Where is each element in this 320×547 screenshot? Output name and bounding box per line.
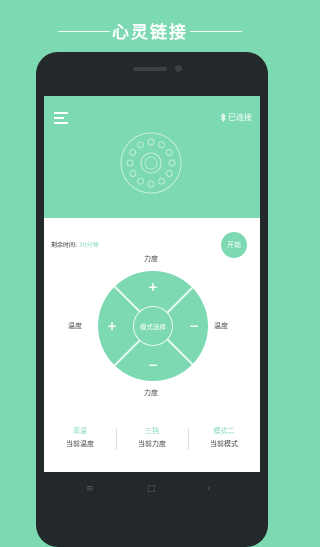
stat-intensity: 三挡 当前力度: [122, 426, 182, 449]
stat-temperature: 高温 当前温度: [50, 426, 110, 449]
app-screen: 已连接 剩余时间: 30分钟 开始 力度 力度 温度 温度 + + − − 模式…: [44, 96, 260, 472]
stat-value: 三挡: [145, 427, 159, 435]
phone-speaker: [133, 67, 167, 71]
promo-divider-left: [58, 31, 110, 32]
menu-icon[interactable]: [54, 112, 68, 124]
remaining-time-value: 30分钟: [79, 242, 99, 249]
nav-back-icon[interactable]: ‹: [207, 484, 211, 494]
stat-value: 模式二: [213, 427, 235, 435]
status-stats: 高温 当前温度 三挡 当前力度 模式二 当前模式: [44, 426, 260, 454]
remaining-time-label: 剩余时间:: [51, 242, 78, 249]
intensity-decrease-button[interactable]: −: [145, 357, 161, 373]
android-navbar: ≡ □ ‹: [44, 484, 260, 498]
intensity-label-bottom: 力度: [144, 389, 158, 397]
temperature-decrease-button[interactable]: −: [186, 318, 202, 334]
bluetooth-icon: [220, 113, 226, 122]
phone-camera: [175, 65, 182, 72]
stat-divider: [188, 428, 189, 450]
promo-divider-right: [190, 31, 242, 32]
app-header: 已连接: [44, 96, 260, 218]
intensity-increase-button[interactable]: +: [145, 279, 161, 295]
nav-menu-icon[interactable]: ≡: [86, 484, 94, 494]
stat-value: 高温: [73, 427, 87, 435]
stat-label: 当前力度: [138, 440, 166, 448]
control-dial: + + − − 模式选择: [98, 271, 208, 381]
stat-mode: 模式二 当前模式: [194, 426, 254, 449]
intensity-label-top: 力度: [144, 255, 158, 263]
stat-label: 当前温度: [66, 440, 94, 448]
device-graphic: [120, 132, 182, 194]
stat-divider: [116, 428, 117, 450]
remaining-time: 剩余时间: 30分钟: [51, 240, 99, 249]
stat-label: 当前模式: [210, 440, 238, 448]
temperature-label-left: 温度: [68, 322, 82, 330]
mode-select-button[interactable]: 模式选择: [133, 306, 173, 346]
promo-title: 心灵链接: [112, 23, 188, 43]
start-button[interactable]: 开始: [221, 232, 247, 258]
bluetooth-status[interactable]: 已连接: [220, 112, 252, 123]
temperature-label-right: 温度: [214, 322, 228, 330]
bluetooth-status-text: 已连接: [228, 113, 252, 122]
temperature-increase-button[interactable]: +: [104, 318, 120, 334]
nav-home-icon[interactable]: □: [147, 484, 156, 494]
